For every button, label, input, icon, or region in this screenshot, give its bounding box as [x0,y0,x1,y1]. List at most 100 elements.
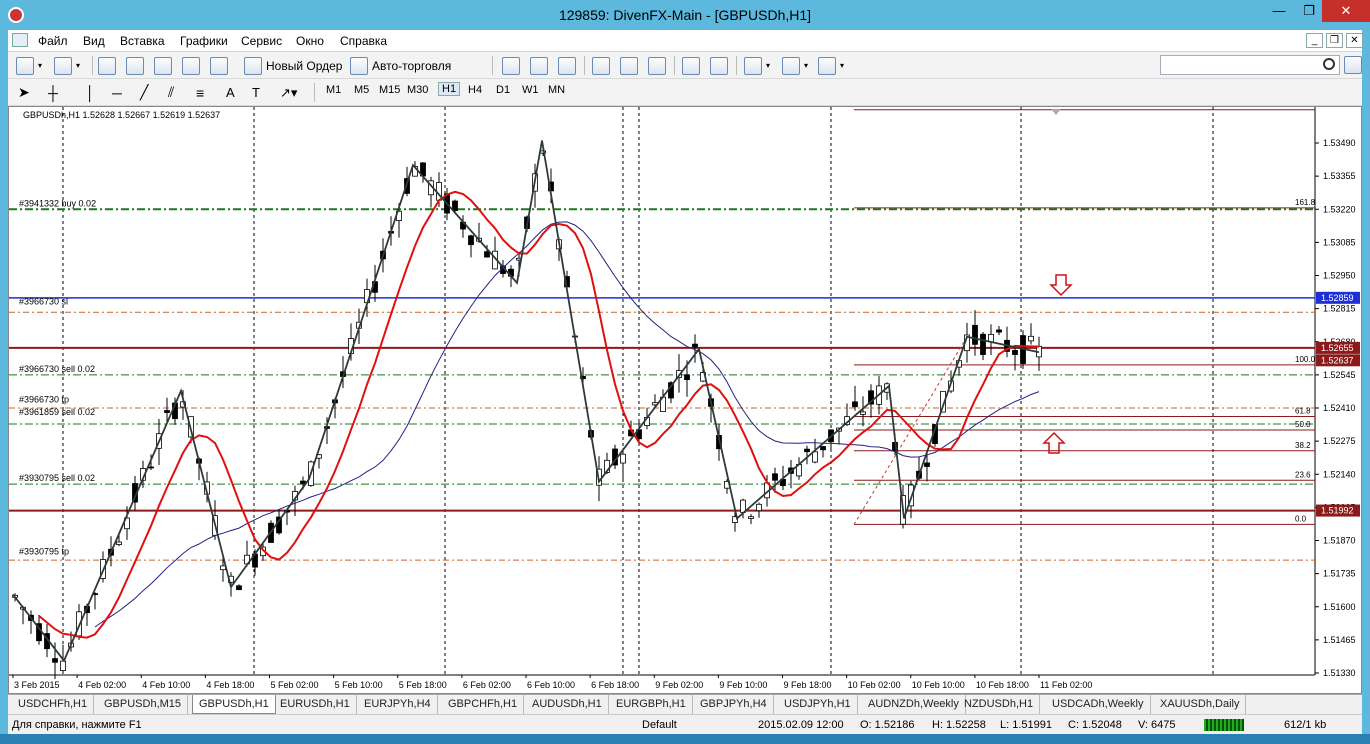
text-label-icon[interactable]: T [252,85,260,100]
chart-window-icon [12,33,28,47]
tf-d1[interactable]: D1 [496,84,510,96]
tf-w1[interactable]: W1 [522,84,539,96]
price-tick-label: 1.51465 [1323,635,1356,645]
chart-tab[interactable]: USDCADh,Weekly [1046,695,1151,714]
connection-icon [1204,719,1244,731]
chart-tab[interactable]: EURUSDh,H1 [274,695,357,714]
candle-body [236,585,242,591]
chart-tab[interactable]: GBPCHFh,H1 [442,695,525,714]
arrows-icon[interactable]: ↗▾ [280,85,297,101]
candle-body [1028,335,1034,342]
mdi-minimize-icon[interactable]: _ [1306,33,1323,48]
maximize-icon[interactable]: ❐ [1294,0,1324,22]
time-tick-label: 6 Feb 18:00 [591,680,639,690]
profiles-icon[interactable] [54,56,72,75]
up-arrow-icon [1042,431,1066,454]
market-watch-icon[interactable] [98,56,116,75]
fibonacci-label: 38.2 [1295,441,1311,450]
menu-view[interactable]: Вид [83,34,105,48]
periods-icon[interactable] [782,56,800,75]
chart-tab[interactable]: GBPUSDh,H1 [192,695,276,714]
candle-body [484,251,490,258]
line-chart-icon[interactable] [558,56,576,75]
menu-tools[interactable]: Сервис [241,34,282,48]
menu-window[interactable]: Окно [296,34,324,48]
mdi-close-icon[interactable]: ✕ [1346,33,1363,48]
chart-tab[interactable]: NZDUSDh,H1 [958,695,1041,714]
chart-tab[interactable]: EURGBPh,H1 [610,695,693,714]
data-window-icon[interactable] [154,56,172,75]
chart-tab[interactable]: XAUUSDh,Daily [1154,695,1247,714]
time-tick-label: 10 Feb 18:00 [976,680,1029,690]
tf-mn[interactable]: MN [548,84,565,96]
price-tick-label: 1.52815 [1323,304,1356,314]
horizontal-line-icon[interactable]: ─ [112,85,122,101]
equidistant-channel-icon[interactable]: ⫽ [168,84,174,101]
new-order-icon [244,56,262,75]
status-datetime: 2015.02.09 12:00 [758,719,844,731]
menu-bar: Файл Вид Вставка Графики Сервис Окно Спр… [8,30,1363,52]
candle-body [148,466,154,469]
chart-tab[interactable]: EURJPYh,H4 [358,695,438,714]
time-tick-label: 9 Feb 18:00 [784,680,832,690]
new-order-button[interactable]: Новый Ордер [244,56,342,75]
chart-tab[interactable]: GBPJPYh,H4 [694,695,774,714]
minimize-icon[interactable]: — [1264,0,1294,22]
crosshair-icon[interactable]: ┼ [48,85,58,101]
search-input[interactable] [1160,55,1340,75]
chart-shift-icon[interactable] [710,56,728,75]
autotrading-button[interactable]: Авто-торговля [350,56,451,75]
price-tag-label: 1.51992 [1321,506,1354,516]
status-traffic: 612/1 kb [1284,719,1327,731]
candlestick-icon[interactable] [530,56,548,75]
fibonacci-icon[interactable]: ≡ [196,85,204,101]
tf-m15[interactable]: M15 [379,84,400,96]
time-tick-label: 6 Feb 02:00 [463,680,511,690]
tf-m5[interactable]: M5 [354,84,369,96]
indicators-icon[interactable] [744,56,762,75]
fast-moving-average [38,190,1040,639]
candle-body [60,660,66,671]
cursor-icon[interactable]: ➤ [18,84,30,101]
templates-icon[interactable] [818,56,836,75]
chart-tab[interactable]: USDJPYh,H1 [778,695,858,714]
chart-tab[interactable]: GBPUSDh,M15 [98,695,189,714]
menu-charts[interactable]: Графики [180,34,228,48]
navigator-icon[interactable] [126,56,144,75]
fibonacci-label: 23.6 [1295,470,1311,479]
chart-tab[interactable]: USDCHFh,H1 [12,695,95,714]
menu-file[interactable]: Файл [38,34,68,48]
bar-chart-icon[interactable] [502,56,520,75]
new-chart-icon[interactable] [16,56,34,75]
tf-m1[interactable]: M1 [326,84,341,96]
tf-h4[interactable]: H4 [468,84,482,96]
chart-window[interactable]: 1.53490 1.53355 1.53220 1.53085 1.52950 1.528… [8,106,1362,694]
candle-body [972,324,978,345]
chart-tab[interactable]: AUDNZDh,Weekly [862,695,966,714]
price-chart[interactable]: 1.53490 1.53355 1.53220 1.53085 1.52950 1.528… [9,107,1361,693]
candle-body [52,658,58,663]
auto-scroll-icon[interactable] [682,56,700,75]
text-tool-icon[interactable]: A [226,85,235,100]
menu-insert[interactable]: Вставка [120,34,165,48]
mdi-restore-icon[interactable]: ❐ [1326,33,1343,48]
order-label: #3966730 sl [19,296,68,306]
chart-tab[interactable]: AUDUSDh,H1 [526,695,609,714]
strategy-tester-icon[interactable] [210,56,228,75]
vertical-line-icon[interactable]: │ [86,85,95,101]
zoom-out-icon[interactable] [620,56,638,75]
order-label: #3966730 tp [19,395,69,405]
tf-m30[interactable]: M30 [407,84,428,96]
candle-body [468,235,474,246]
mail-icon[interactable] [1344,56,1362,74]
terminal-icon[interactable] [182,56,200,75]
search-icon[interactable] [1323,58,1335,70]
tf-h1[interactable]: H1 [438,82,461,96]
trendline-icon[interactable]: ╱ [140,84,148,101]
menu-help[interactable]: Справка [340,34,387,48]
order-label: #3941332 buy 0.02 [19,198,96,208]
tile-windows-icon[interactable] [648,56,666,75]
price-tick-label: 1.53085 [1323,237,1356,247]
zoom-in-icon[interactable] [592,56,610,75]
close-icon[interactable]: ✕ [1322,0,1370,22]
